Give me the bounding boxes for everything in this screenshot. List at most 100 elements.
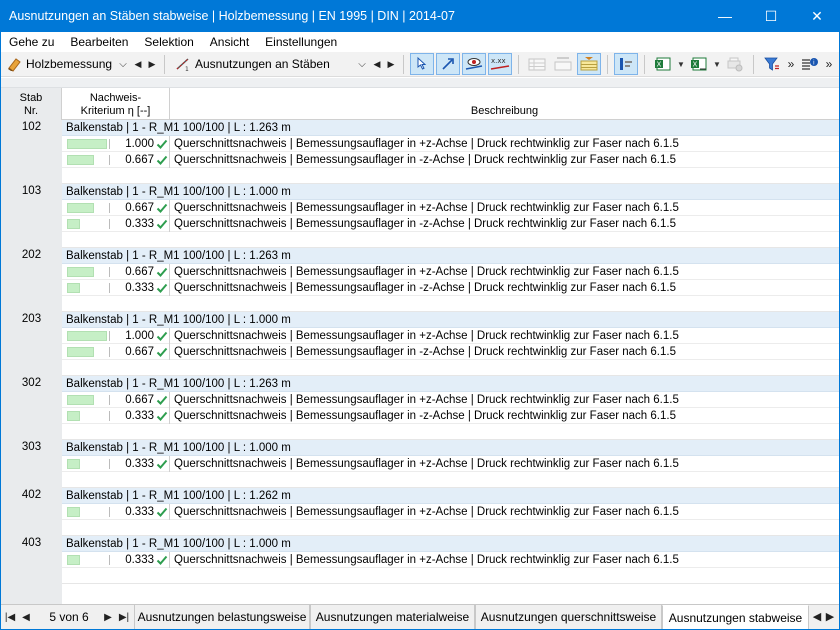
- info-list-button[interactable]: i: [798, 53, 822, 75]
- check-icon: [156, 267, 168, 277]
- print-settings-button[interactable]: [723, 53, 747, 75]
- column-header-nachweis-label: Nachweis- Kriterium η [--]: [80, 92, 151, 117]
- member-header-row[interactable]: Balkenstab | 1 - R_M1 100/100 | L : 1.26…: [62, 376, 839, 392]
- stab-number[interactable]: 403: [1, 537, 62, 549]
- chevron-down-icon[interactable]: ▼: [676, 60, 686, 69]
- next-tab-arrow-icon[interactable]: ▶: [101, 605, 115, 630]
- utilization-bar: [67, 155, 94, 165]
- column-header-beschreibung[interactable]: Beschreibung: [170, 88, 839, 120]
- menu-ansicht[interactable]: Ansicht: [202, 32, 257, 52]
- column-divider: [169, 152, 170, 168]
- tab-ausnutzungen-stabweise[interactable]: Ausnutzungen stabweise: [662, 605, 809, 630]
- tab-ausnutzungen-belastungsweise[interactable]: Ausnutzungen belastungsweise: [134, 605, 310, 630]
- check-icon: [156, 395, 168, 405]
- next-module-arrow-icon[interactable]: ▶: [145, 59, 159, 70]
- table-row[interactable]: 0.333 Querschnittsnachweis | Bemessungsau…: [62, 504, 839, 520]
- toolbar-overflow-2[interactable]: »: [823, 57, 835, 71]
- utilization-bar: [67, 283, 80, 293]
- check-description: Querschnittsnachweis | Bemessungsauflage…: [174, 554, 679, 566]
- table-row[interactable]: 0.333 Querschnittsnachweis | Bemessungsau…: [62, 408, 839, 424]
- toolbar-overflow-1[interactable]: »: [785, 57, 797, 71]
- menu-einstellungen[interactable]: Einstellungen: [257, 32, 345, 52]
- column-header-stab[interactable]: Stab Nr.: [1, 88, 62, 120]
- scroll-tabs-right-icon[interactable]: ▶: [824, 605, 836, 630]
- stab-column-footer: [1, 588, 62, 604]
- prev-tab-arrow-icon[interactable]: ◀: [19, 605, 33, 630]
- stab-number[interactable]: 303: [1, 441, 62, 453]
- tab-ausnutzungen-materialweise[interactable]: Ausnutzungen materialweise: [310, 605, 475, 630]
- chevron-down-icon[interactable]: ▼: [712, 60, 722, 69]
- last-tab-arrow-icon[interactable]: ▶|: [117, 605, 131, 630]
- chevron-down-icon: ⌵: [358, 58, 366, 70]
- table-row[interactable]: 0.333 Querschnittsnachweis | Bemessungsau…: [62, 552, 839, 568]
- prev-result-arrow-icon[interactable]: ◀: [370, 59, 384, 70]
- member-header-row[interactable]: Balkenstab | 1 - R_M1 100/100 | L : 1.00…: [62, 440, 839, 456]
- member-group: 103 Balkenstab | 1 - R_M1 100/100 | L : 1…: [1, 184, 839, 232]
- window-titlebar: Ausnutzungen an Stäben stabweise | Holzb…: [0, 0, 840, 32]
- maximize-button[interactable]: ☐: [748, 0, 794, 32]
- prev-module-arrow-icon[interactable]: ◀: [131, 59, 145, 70]
- close-button[interactable]: ✕: [794, 0, 840, 32]
- stab-number[interactable]: 203: [1, 313, 62, 325]
- menu-selektion[interactable]: Selektion: [136, 32, 201, 52]
- column-header-nachweis[interactable]: Nachweis- Kriterium η [--]: [62, 88, 170, 120]
- table-body: 102 Balkenstab | 1 - R_M1 100/100 | L : 1…: [1, 120, 839, 604]
- filter-button[interactable]: [760, 53, 784, 75]
- check-description: Querschnittsnachweis | Bemessungsauflage…: [174, 266, 679, 278]
- table-row[interactable]: 0.333 Querschnittsnachweis | Bemessungsau…: [62, 456, 839, 472]
- table-row[interactable]: 0.667 Querschnittsnachweis | Bemessungsau…: [62, 264, 839, 280]
- stab-number[interactable]: 102: [1, 121, 62, 133]
- utilization-limit-tick: [109, 395, 110, 405]
- check-icon: [156, 331, 168, 341]
- table-view-button[interactable]: [525, 53, 549, 75]
- tab-ausnutzungen-querschnittsweise[interactable]: Ausnutzungen querschnittsweise: [475, 605, 662, 630]
- values-icon: x.xx: [490, 57, 510, 70]
- next-result-arrow-icon[interactable]: ▶: [384, 59, 398, 70]
- stab-number[interactable]: 202: [1, 249, 62, 261]
- table-row[interactable]: 0.333 Querschnittsnachweis | Bemessungsau…: [62, 216, 839, 232]
- jump-to-member-button[interactable]: [410, 53, 434, 75]
- highlight-button[interactable]: [577, 53, 601, 75]
- columns-icon: [620, 58, 632, 70]
- table-row[interactable]: 0.667 Querschnittsnachweis | Bemessungsau…: [62, 200, 839, 216]
- menu-bearbeiten[interactable]: Bearbeiten: [62, 32, 136, 52]
- export-excel-button[interactable]: X: [651, 53, 675, 75]
- result-combo[interactable]: 1 Ausnutzungen an Stäben ⌵: [170, 54, 370, 75]
- view-result-button[interactable]: [462, 53, 486, 75]
- table-row[interactable]: 0.667 Querschnittsnachweis | Bemessungsau…: [62, 152, 839, 168]
- member-group: 102 Balkenstab | 1 - R_M1 100/100 | L : 1…: [1, 120, 839, 168]
- table-row[interactable]: 1.000 Querschnittsnachweis | Bemessungsau…: [62, 136, 839, 152]
- filter-rows-button[interactable]: [551, 53, 575, 75]
- column-divider: [169, 200, 170, 216]
- select-member-button[interactable]: [436, 53, 460, 75]
- member-header-row[interactable]: Balkenstab | 1 - R_M1 100/100 | L : 1.26…: [62, 488, 839, 504]
- member-header-row[interactable]: Balkenstab | 1 - R_M1 100/100 | L : 1.26…: [62, 120, 839, 136]
- column-settings-button[interactable]: [614, 53, 638, 75]
- pick-arrow-icon: [442, 58, 454, 70]
- table-row[interactable]: 1.000 Querschnittsnachweis | Bemessungsau…: [62, 328, 839, 344]
- member-header-row[interactable]: Balkenstab | 1 - R_M1 100/100 | L : 1.00…: [62, 312, 839, 328]
- stab-number[interactable]: 302: [1, 377, 62, 389]
- utilization-bar: [67, 347, 94, 357]
- import-excel-button[interactable]: X: [687, 53, 711, 75]
- module-combo[interactable]: Holzbemessung ⌵: [1, 54, 131, 75]
- table-row[interactable]: 0.667 Querschnittsnachweis | Bemessungsau…: [62, 344, 839, 360]
- scroll-tabs-left-icon[interactable]: ◀: [811, 605, 823, 630]
- utilization-bar: [67, 203, 94, 213]
- stab-number[interactable]: 402: [1, 489, 62, 501]
- table-row[interactable]: 0.333 Querschnittsnachweis | Bemessungsau…: [62, 280, 839, 296]
- first-tab-arrow-icon[interactable]: |◀: [4, 605, 16, 630]
- member-header-row[interactable]: Balkenstab | 1 - R_M1 100/100 | L : 1.00…: [62, 536, 839, 552]
- svg-text:X: X: [657, 61, 662, 69]
- utilization-value: 0.667: [125, 202, 154, 214]
- stab-number[interactable]: 103: [1, 185, 62, 197]
- minimize-button[interactable]: —: [702, 0, 748, 32]
- member-header-row[interactable]: Balkenstab | 1 - R_M1 100/100 | L : 1.00…: [62, 184, 839, 200]
- column-divider: [169, 456, 170, 472]
- utilization-value: 0.667: [125, 394, 154, 406]
- menu-gehe-zu[interactable]: Gehe zu: [1, 32, 62, 52]
- member-group: 202 Balkenstab | 1 - R_M1 100/100 | L : 1…: [1, 248, 839, 296]
- show-values-button[interactable]: x.xx: [488, 53, 512, 75]
- member-header-row[interactable]: Balkenstab | 1 - R_M1 100/100 | L : 1.26…: [62, 248, 839, 264]
- table-row[interactable]: 0.667 Querschnittsnachweis | Bemessungsau…: [62, 392, 839, 408]
